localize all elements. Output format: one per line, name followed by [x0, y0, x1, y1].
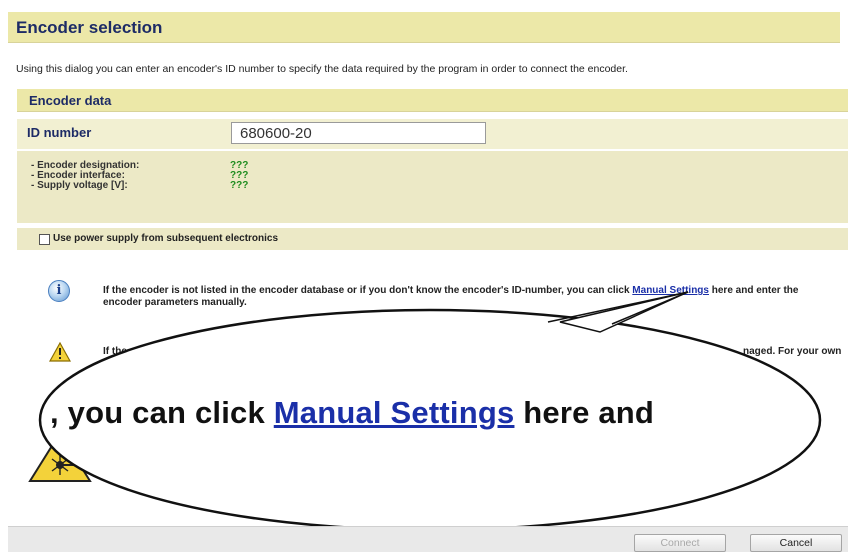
zoom-callout — [38, 291, 822, 532]
zoom-manual-settings-link: Manual Settings — [273, 395, 515, 430]
zoom-callout-text: , you can click Manual Settings here and — [50, 395, 654, 431]
cancel-button[interactable]: Cancel — [750, 534, 842, 552]
zoom-text-before: , you can click — [50, 395, 274, 430]
zoom-text-after: here and — [514, 395, 655, 430]
connect-button[interactable]: Connect — [634, 534, 726, 552]
dialog-footer: Connect Cancel — [8, 526, 848, 552]
